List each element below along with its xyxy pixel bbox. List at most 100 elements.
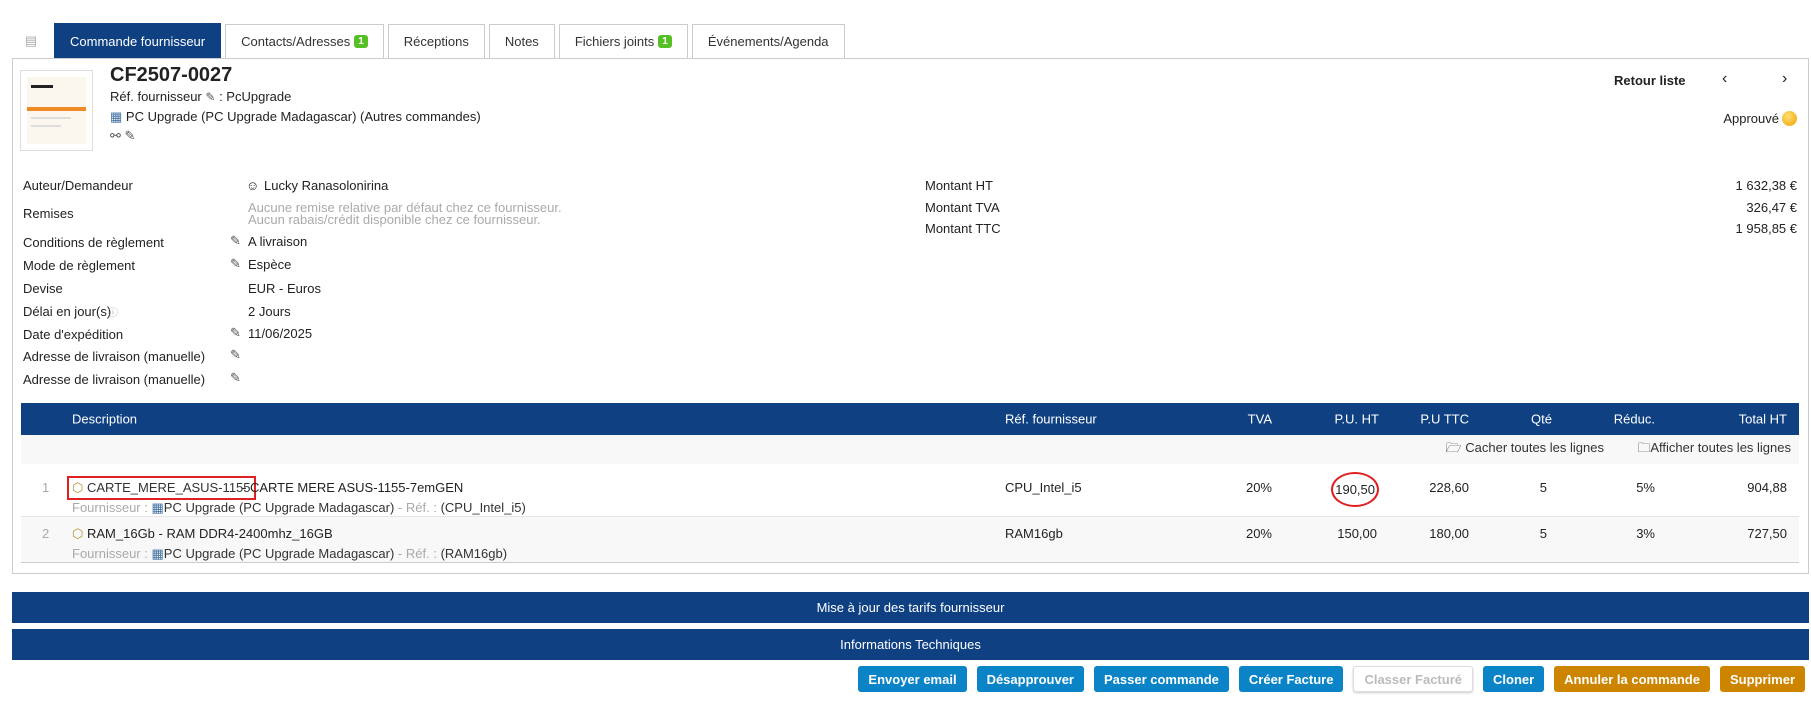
table-row[interactable]: 1 ⬡ CARTE_MERE_ASUS-1155 - CARTE MERE AS…: [21, 464, 1799, 517]
product-link[interactable]: CARTE_MERE_ASUS-1155: [87, 480, 251, 495]
show-all-lines-link[interactable]: 🗀Afficher toutes les lignes: [1637, 439, 1791, 461]
count-badge: 1: [658, 35, 672, 48]
show-all-label: Afficher toutes les lignes: [1650, 439, 1791, 455]
tab-bar: ▤ Commande fournisseur Contacts/Adresses…: [20, 23, 849, 58]
tab-label: Événements/Agenda: [707, 34, 829, 49]
order-lines-table: Description Réf. fournisseur TVA P.U. HT…: [21, 403, 1799, 563]
tab-contacts[interactable]: Contacts/Adresses 1: [225, 24, 384, 58]
cell-tva: 20%: [1245, 526, 1272, 541]
field-value: 2 Jours: [248, 304, 291, 319]
tab-notes[interactable]: Notes: [488, 24, 555, 58]
pencil-icon[interactable]: ✎: [230, 347, 241, 363]
product-label: - RAM DDR4-2400mhz_16GB: [158, 526, 333, 541]
tab-fichiers-joints[interactable]: Fichiers joints 1: [558, 24, 688, 58]
product-code-highlight: ⬡ CARTE_MERE_ASUS-1155: [67, 476, 256, 500]
place-order-button[interactable]: Passer commande: [1093, 666, 1229, 692]
cancel-order-button[interactable]: Annuler la commande: [1554, 666, 1710, 692]
icons-line: ⚯ ✎: [110, 128, 135, 144]
col-total: Total HT: [1738, 411, 1787, 427]
amount-value: 326,47 €: [1746, 200, 1797, 215]
field-value: Espèce: [248, 257, 292, 272]
tab-receptions[interactable]: Réceptions: [387, 24, 485, 58]
amount-label: Montant TVA: [925, 200, 1000, 215]
supplier-link[interactable]: PC Upgrade (PC Upgrade Madagascar): [164, 546, 395, 561]
col-reduc: Réduc.: [1613, 411, 1655, 427]
pencil-icon[interactable]: ✎: [230, 256, 241, 272]
building-icon: ▦: [151, 546, 164, 561]
create-invoice-button[interactable]: Créer Facture: [1238, 666, 1344, 692]
cell-ref: RAM16gb: [1005, 526, 1063, 541]
tab-label: Contacts/Adresses: [241, 34, 351, 49]
back-to-list-link[interactable]: Retour liste: [1614, 73, 1686, 88]
field-label: Remises: [23, 206, 74, 221]
col-pu-ht: P.U. HT: [1334, 411, 1379, 427]
classify-billed-button: Classer Facturé: [1353, 666, 1473, 692]
product-cell: ⬡ RAM_16Gb - RAM DDR4-2400mhz_16GB: [72, 526, 333, 542]
cell-pu-ttc: 228,60: [1429, 480, 1469, 495]
product-label: - CARTE MERE ASUS-1155-7emGEN: [242, 480, 464, 495]
field-value: 11/06/2025: [248, 326, 313, 341]
table-row[interactable]: 2 ⬡ RAM_16Gb - RAM DDR4-2400mhz_16GB Fou…: [21, 517, 1799, 563]
cell-pu-ttc: 180,00: [1429, 526, 1469, 541]
hide-all-lines-link[interactable]: 🗁 Cacher toutes les lignes: [1446, 439, 1605, 461]
status: Approuvé: [1723, 111, 1797, 126]
clone-button[interactable]: Cloner: [1483, 666, 1545, 692]
col-ref: Réf. fournisseur: [1005, 411, 1097, 427]
hide-all-label: Cacher toutes les lignes: [1465, 439, 1604, 455]
building-icon: ▦: [151, 500, 164, 515]
tab-evenements[interactable]: Événements/Agenda: [691, 24, 845, 58]
col-tva: TVA: [1247, 411, 1272, 427]
ref-label: - Réf. :: [397, 546, 437, 561]
folder-icon: 🗀: [1637, 439, 1651, 455]
field-label: Auteur/Demandeur: [23, 178, 133, 193]
status-label: Approuvé: [1723, 111, 1779, 126]
tab-label: Fichiers joints: [574, 34, 655, 49]
pencil-icon[interactable]: ✎: [205, 90, 215, 104]
other-orders-link[interactable]: (Autres commandes): [360, 109, 481, 124]
table-header: Description Réf. fournisseur TVA P.U. HT…: [21, 403, 1799, 435]
field-label: Adresse de livraison (manuelle): [23, 349, 206, 364]
product-icon: ⬡: [72, 480, 84, 495]
amount-value: 1 958,85 €: [1735, 221, 1797, 236]
delete-button[interactable]: Supprimer: [1719, 666, 1805, 692]
pencil-icon[interactable]: ✎: [230, 233, 241, 249]
status-dot-icon: [1782, 111, 1797, 126]
pencil-icon[interactable]: ✎: [230, 370, 241, 386]
building-icon: ▦: [110, 109, 123, 124]
cell-pu-ht: 150,00: [1337, 526, 1377, 541]
pencil-icon[interactable]: ✎: [230, 325, 241, 341]
supplier-line: ▦ PC Upgrade (PC Upgrade Madagascar) (Au…: [110, 109, 481, 125]
line-toggle-row: 🗁 Cacher toutes les lignes 🗀Afficher tou…: [21, 435, 1799, 464]
user-icon: ☺: [246, 178, 260, 193]
supplier-info: Fournisseur : ▦PC Upgrade (PC Upgrade Ma…: [72, 546, 507, 562]
tab-label: Commande fournisseur: [70, 33, 206, 49]
supplier-link[interactable]: PC Upgrade (PC Upgrade Madagascar): [164, 500, 395, 515]
col-pu-ttc: P.U TTC: [1420, 411, 1469, 427]
pencil-icon[interactable]: ✎: [125, 128, 136, 143]
technical-info-section[interactable]: Informations Techniques: [12, 629, 1809, 660]
document-thumbnail[interactable]: [20, 70, 93, 151]
supplier-ref-value: : PcUpgrade: [219, 89, 292, 104]
field-value: A livraison: [248, 234, 308, 249]
hierarchy-icon[interactable]: ⚯: [110, 128, 121, 143]
cell-total: 727,50: [1747, 526, 1787, 541]
author-link[interactable]: Lucky Ranasolonirina: [264, 178, 388, 193]
cell-qty: 5: [1539, 526, 1547, 541]
previous-icon[interactable]: ‹: [1722, 70, 1727, 88]
disapprove-button[interactable]: Désapprouver: [976, 666, 1084, 692]
product-link[interactable]: RAM_16Gb: [87, 526, 155, 541]
amount-label: Montant HT: [925, 178, 993, 193]
count-badge: 1: [354, 35, 368, 48]
info-icon[interactable]: ⓘ: [108, 304, 118, 319]
send-email-button[interactable]: Envoyer email: [858, 666, 967, 692]
cell-pu-ht-highlighted: 190,50: [1331, 472, 1379, 507]
tab-commande-fournisseur[interactable]: Commande fournisseur: [54, 23, 222, 58]
action-buttons: Envoyer email Désapprouver Passer comman…: [858, 666, 1805, 692]
update-supplier-prices-section[interactable]: Mise à jour des tarifs fournisseur: [12, 592, 1809, 623]
supplier-link[interactable]: PC Upgrade (PC Upgrade Madagascar): [126, 109, 357, 124]
tab-label: Notes: [504, 34, 539, 49]
cell-reduc: 3%: [1636, 526, 1655, 541]
next-icon[interactable]: ›: [1782, 70, 1787, 88]
cell-reduc: 5%: [1636, 480, 1655, 495]
field-label: Date d'expédition: [23, 327, 124, 342]
